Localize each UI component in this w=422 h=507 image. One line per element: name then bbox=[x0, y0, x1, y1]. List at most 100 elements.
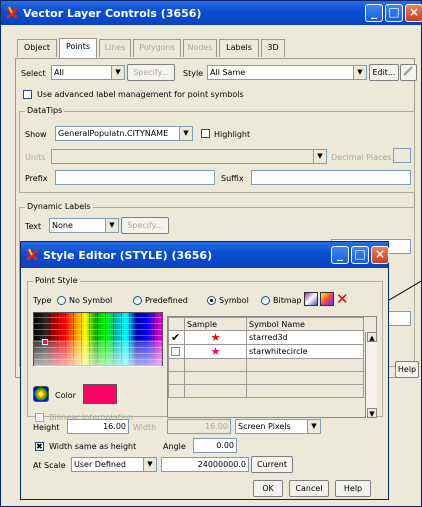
chevron-down-icon: ▼ bbox=[105, 219, 118, 232]
main-tabs: Object Points Lines Polygons Nodes Label… bbox=[17, 38, 317, 59]
specify-button[interactable]: Specify... bbox=[127, 64, 175, 81]
main-help-button[interactable]: Help bbox=[395, 361, 419, 378]
sample-header[interactable]: Sample bbox=[184, 317, 247, 331]
units-label: Units bbox=[25, 153, 46, 162]
chevron-down-icon: ▼ bbox=[111, 66, 124, 79]
dynamic-specify-button[interactable]: Specify... bbox=[121, 217, 169, 234]
width-label: Width bbox=[133, 423, 157, 432]
chevron-down-icon: ▼ bbox=[353, 66, 366, 79]
edit-button[interactable]: Edit... bbox=[369, 64, 399, 81]
width-same-label: Width same as height bbox=[49, 442, 137, 451]
table-row[interactable]: ★ starwhitecircle bbox=[168, 344, 364, 359]
maximize-icon[interactable]: □ bbox=[385, 4, 403, 22]
table-scrollbar[interactable]: ▲ ▼ bbox=[365, 332, 377, 418]
app-icon bbox=[5, 6, 19, 20]
star-icon: ★ bbox=[184, 344, 247, 359]
magic-wand-icon[interactable] bbox=[320, 292, 334, 306]
chevron-down-icon: ▼ bbox=[143, 458, 156, 471]
angle-label: Angle bbox=[163, 442, 186, 451]
radio-symbol[interactable] bbox=[207, 296, 216, 305]
table-row bbox=[168, 371, 364, 385]
cancel-button[interactable]: Cancel bbox=[289, 480, 329, 497]
table-row bbox=[168, 384, 364, 398]
at-scale-label: At Scale bbox=[33, 461, 66, 470]
current-button[interactable]: Current bbox=[251, 456, 293, 473]
radio-no-symbol[interactable] bbox=[57, 296, 66, 305]
decimal-places-label: Decimal Places bbox=[331, 153, 392, 162]
highlight-checkbox[interactable] bbox=[201, 129, 210, 138]
close-icon[interactable]: × bbox=[371, 246, 389, 264]
tab-points[interactable]: Points bbox=[59, 38, 97, 58]
advanced-label-text: Use advanced label management for point … bbox=[37, 90, 244, 99]
decimal-places-field[interactable] bbox=[393, 148, 411, 163]
star-icon: ★ bbox=[184, 330, 247, 345]
radio-symbol-label: Symbol bbox=[219, 296, 249, 305]
height-label: Height bbox=[33, 423, 60, 432]
symbol-name-cell: starred3d bbox=[246, 330, 364, 345]
minimize-icon[interactable]: _ bbox=[331, 246, 349, 264]
delete-icon[interactable]: ✕ bbox=[336, 291, 350, 307]
radio-predefined-label: Predefined bbox=[145, 296, 188, 305]
style-editor-window: Style Editor (STYLE) (3656) _ □ × Point … bbox=[20, 241, 389, 500]
highlight-label: Highlight bbox=[214, 130, 251, 139]
text-label: Text bbox=[25, 222, 42, 231]
prefix-label: Prefix bbox=[25, 174, 48, 183]
dynamic-labels-title: Dynamic Labels bbox=[25, 202, 93, 212]
close-icon[interactable]: × bbox=[405, 4, 422, 22]
scale-type-dropdown[interactable]: User Defined ▼ bbox=[71, 457, 157, 472]
radio-bitmap[interactable] bbox=[261, 296, 270, 305]
row-checkbox[interactable] bbox=[168, 344, 185, 359]
radio-no-symbol-label: No Symbol bbox=[69, 296, 113, 305]
tab-labels[interactable]: Labels bbox=[219, 39, 259, 57]
bilinear-checkbox[interactable] bbox=[35, 413, 44, 422]
width-field[interactable]: 16.00 bbox=[167, 419, 231, 434]
units-dropdown[interactable]: Screen Pixels ▼ bbox=[235, 419, 321, 434]
symbol-editor-icon[interactable] bbox=[304, 292, 318, 306]
style-dropdown[interactable]: All Same ▼ bbox=[207, 65, 367, 80]
tab-nodes[interactable]: Nodes bbox=[183, 39, 217, 57]
type-label: Type bbox=[33, 296, 52, 305]
tab-lines[interactable]: Lines bbox=[99, 39, 131, 57]
color-swatch[interactable] bbox=[83, 384, 117, 404]
radio-predefined[interactable] bbox=[133, 296, 142, 305]
ok-button[interactable]: OK bbox=[253, 480, 283, 497]
main-title: Vector Layer Controls (3656) bbox=[23, 6, 202, 20]
text-dropdown[interactable]: None ▼ bbox=[49, 218, 119, 233]
main-titlebar[interactable]: Vector Layer Controls (3656) bbox=[1, 1, 421, 25]
color-palette[interactable] bbox=[33, 312, 163, 367]
table-row[interactable]: ✔ ★ starred3d bbox=[168, 330, 364, 345]
tab-object[interactable]: Object bbox=[17, 39, 57, 57]
chevron-down-icon: ▼ bbox=[307, 420, 320, 433]
show-dropdown[interactable]: GeneralPopulatn.CITYNAME ▼ bbox=[55, 126, 193, 141]
tab-polygons[interactable]: Polygons bbox=[133, 39, 181, 57]
symbol-name-header[interactable]: Symbol Name bbox=[246, 317, 364, 331]
angle-field[interactable]: 0.00 bbox=[193, 438, 237, 453]
tab-3d[interactable]: 3D bbox=[261, 39, 285, 57]
symbol-name-cell: starwhitecircle bbox=[246, 344, 364, 359]
prefix-field[interactable] bbox=[55, 170, 215, 185]
advanced-label-checkbox[interactable] bbox=[23, 90, 32, 99]
maximize-icon[interactable]: □ bbox=[351, 246, 369, 264]
row-checkbox[interactable]: ✔ bbox=[168, 330, 185, 345]
minimize-icon[interactable]: _ bbox=[365, 4, 383, 22]
select-label: Select bbox=[21, 69, 46, 78]
pencil-button[interactable] bbox=[400, 64, 417, 81]
select-dropdown[interactable]: All ▼ bbox=[51, 65, 125, 80]
chevron-down-icon: ▼ bbox=[179, 127, 192, 140]
datatips-title: DataTips bbox=[25, 106, 65, 116]
color-picker-icon[interactable] bbox=[33, 386, 49, 402]
show-label: Show bbox=[25, 130, 47, 139]
width-same-checkbox[interactable]: ✖ bbox=[35, 442, 44, 451]
app-icon bbox=[25, 248, 39, 262]
pencil-icon bbox=[403, 66, 413, 76]
suffix-field[interactable] bbox=[251, 170, 411, 185]
scale-value-field[interactable]: 24000000.0 bbox=[161, 457, 249, 472]
symbol-table: Sample Symbol Name ✔ ★ starred3d ★ starw… bbox=[167, 316, 377, 418]
help-button[interactable]: Help bbox=[335, 480, 371, 497]
suffix-label: Suffix bbox=[221, 174, 244, 183]
style-editor-title: Style Editor (STYLE) (3656) bbox=[43, 248, 213, 262]
units-dropdown[interactable]: ▼ bbox=[51, 149, 327, 164]
table-row bbox=[168, 358, 364, 372]
style-label: Style bbox=[183, 69, 204, 78]
height-field[interactable]: 16.00 bbox=[67, 419, 129, 434]
